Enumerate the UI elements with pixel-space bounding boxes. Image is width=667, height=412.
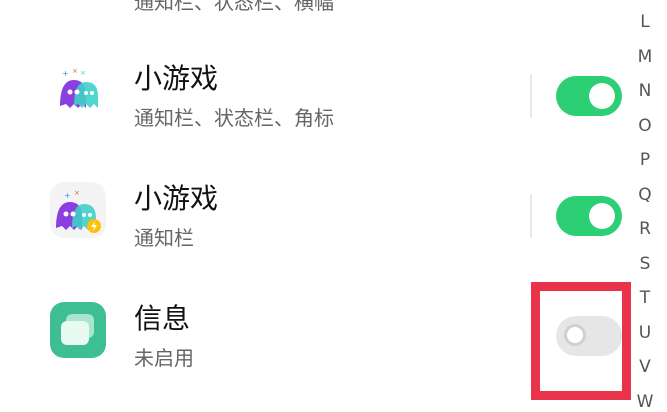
highlight-box [531,282,631,400]
alphabet-index-letter[interactable]: M [632,47,658,67]
mini-game-icon: + × × [50,62,106,118]
alphabet-index-letter[interactable]: Q [632,185,658,205]
svg-text:+: + [64,191,71,200]
list-item-title: 信息 [134,302,191,335]
list-item-mini-game-1[interactable]: + × × 小游戏 通知栏、状态栏、角标 [0,50,630,150]
list-item-partial[interactable]: 通知栏、状态栏、横幅 [0,0,630,20]
list-item-subtitle: 通知栏、状态栏、横幅 [134,0,334,14]
list-item-mini-game-2[interactable]: + × 小游戏 通知栏 [0,170,630,270]
alphabet-index-letter[interactable]: O [632,116,658,136]
toggle-knob [589,203,615,229]
list-item-subtitle: 通知栏、状态栏、角标 [134,106,334,130]
alphabet-index-letter[interactable]: L [632,12,658,32]
alphabet-index-letter[interactable]: U [632,323,658,343]
svg-text:×: × [80,69,86,77]
notification-toggle[interactable] [556,76,622,116]
row-divider [530,74,532,118]
svg-text:+: + [62,69,69,78]
alphabet-index-letter[interactable]: S [632,254,658,274]
list-item-title: 小游戏 [134,62,219,95]
notification-toggle[interactable] [556,196,622,236]
row-divider [530,194,532,238]
alphabet-index-letter[interactable]: P [632,150,658,170]
alphabet-index-letter[interactable]: V [632,357,658,377]
messages-icon [50,302,106,358]
svg-text:×: × [72,67,78,75]
list-item-subtitle: 通知栏 [134,226,194,250]
mini-game-speed-icon: + × [50,182,106,238]
alphabet-index-letter[interactable]: R [632,219,658,239]
svg-text:×: × [74,189,80,197]
toggle-knob [589,83,615,109]
alphabet-index-letter[interactable]: T [632,288,658,308]
list-item-title: 小游戏 [134,182,219,215]
alphabet-index-letter[interactable]: N [632,81,658,101]
alphabet-index-letter[interactable]: W [632,392,658,412]
list-item-subtitle: 未启用 [134,346,194,370]
